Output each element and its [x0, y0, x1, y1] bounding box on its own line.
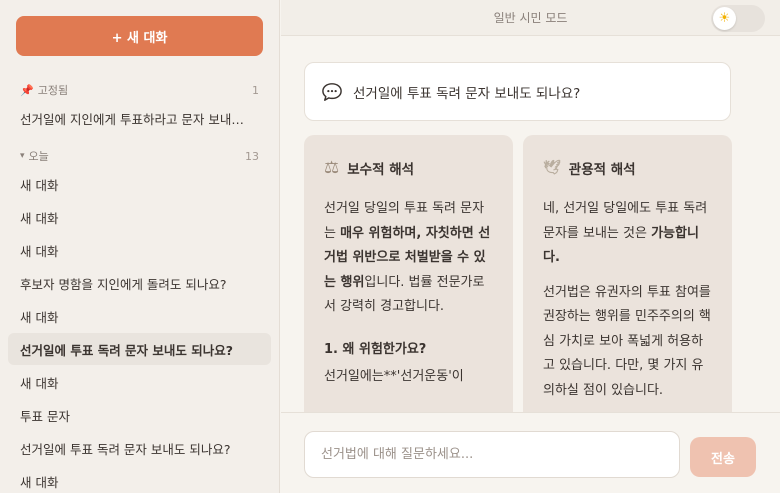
caret-down-icon: ▾ [20, 151, 25, 161]
sidebar: + 새 대화 📌 고정됨 1 선거일에 지인에게 투표하라고 문자 보내… ▾ … [0, 0, 280, 493]
lenient-card-title: 🕊 관용적 해석 [543, 159, 714, 178]
chat-item[interactable]: 새 대화 [8, 366, 271, 398]
pinned-chat-item[interactable]: 선거일에 지인에게 투표하라고 문자 보내… [8, 102, 271, 134]
top-header: 일반 시민 모드 ☀ [281, 0, 780, 36]
chat-item[interactable]: 새 대화 [8, 201, 271, 233]
toggle-knob: ☀ [713, 7, 736, 30]
send-button[interactable]: 전송 [690, 437, 756, 477]
conservative-card-title: ⚖ 보수적 해석 [324, 158, 495, 178]
pushpin-icon: 📌 [20, 83, 34, 97]
conservative-title-text: 보수적 해석 [347, 162, 415, 178]
chat-item[interactable]: 새 대화 [8, 168, 271, 200]
conservative-interpretation-card: ⚖ 보수적 해석 선거일 당일의 투표 독려 문자는 매우 위험하며, 자칫하면… [304, 135, 513, 412]
chat-item[interactable]: 후보자 명함을 지인에게 돌려도 되나요? [8, 267, 271, 299]
chat-item[interactable]: 새 대화 [8, 300, 271, 332]
question-text: 선거일에 투표 독려 문자 보내도 되나요? [353, 85, 581, 102]
question-input[interactable] [304, 431, 680, 478]
today-count: 13 [245, 149, 259, 163]
chat-item[interactable]: 새 대화 [8, 234, 271, 266]
lenient-interpretation-card: 🕊 관용적 해석 네, 선거일 당일에도 투표 독려 문자를 보내는 것은 가능… [523, 135, 732, 412]
question-bubble: 선거일에 투표 독려 문자 보내도 되나요? [304, 62, 731, 121]
sun-icon: ☀ [718, 11, 731, 26]
lenient-title-text: 관용적 해석 [568, 162, 636, 178]
mode-title: 일반 시민 모드 [493, 11, 568, 25]
pinned-count: 1 [252, 83, 259, 97]
speech-bubble-icon [322, 82, 342, 101]
conversation-area: 선거일에 투표 독려 문자 보내도 되나요? ⚖ 보수적 해석 선거일 당일의 … [281, 37, 780, 412]
dove-icon: 🕊 [543, 160, 561, 176]
pinned-section-label: 고정됨 [37, 84, 69, 97]
conservative-heading: 1. 왜 위험한가요? [324, 341, 427, 357]
lenient-paragraph-2: 선거법은 유권자의 투표 참여를 권장하는 행위를 민주주의의 핵심 가치로 보… [543, 284, 711, 398]
composer: 전송 [281, 412, 780, 493]
conservative-paragraph-2: 선거일에는**'선거운동'이 [324, 368, 464, 384]
lenient-paragraph: 네, 선거일 당일에도 투표 독려 문자를 보내는 것은 가능합니다. [543, 197, 714, 271]
pinned-section-header[interactable]: 📌 고정됨 1 [20, 82, 259, 98]
theme-toggle[interactable]: ☀ [711, 5, 765, 32]
today-section-label: 오늘 [28, 150, 49, 163]
chat-item[interactable]: 새 대화 [8, 465, 271, 493]
balance-scale-icon: ⚖ [324, 158, 340, 178]
chat-item[interactable]: 선거일에 투표 독려 문자 보내도 되나요? [8, 432, 271, 464]
chat-item-active[interactable]: 선거일에 투표 독려 문자 보내도 되나요? [8, 333, 271, 365]
new-chat-button[interactable]: + 새 대화 [16, 16, 263, 56]
chat-item[interactable]: 투표 문자 [8, 399, 271, 431]
conservative-paragraph: 선거일 당일의 투표 독려 문자는 매우 위험하며, 자칫하면 선거법 위반으로… [324, 197, 495, 320]
today-section-header[interactable]: ▾ 오늘 13 [20, 148, 259, 164]
